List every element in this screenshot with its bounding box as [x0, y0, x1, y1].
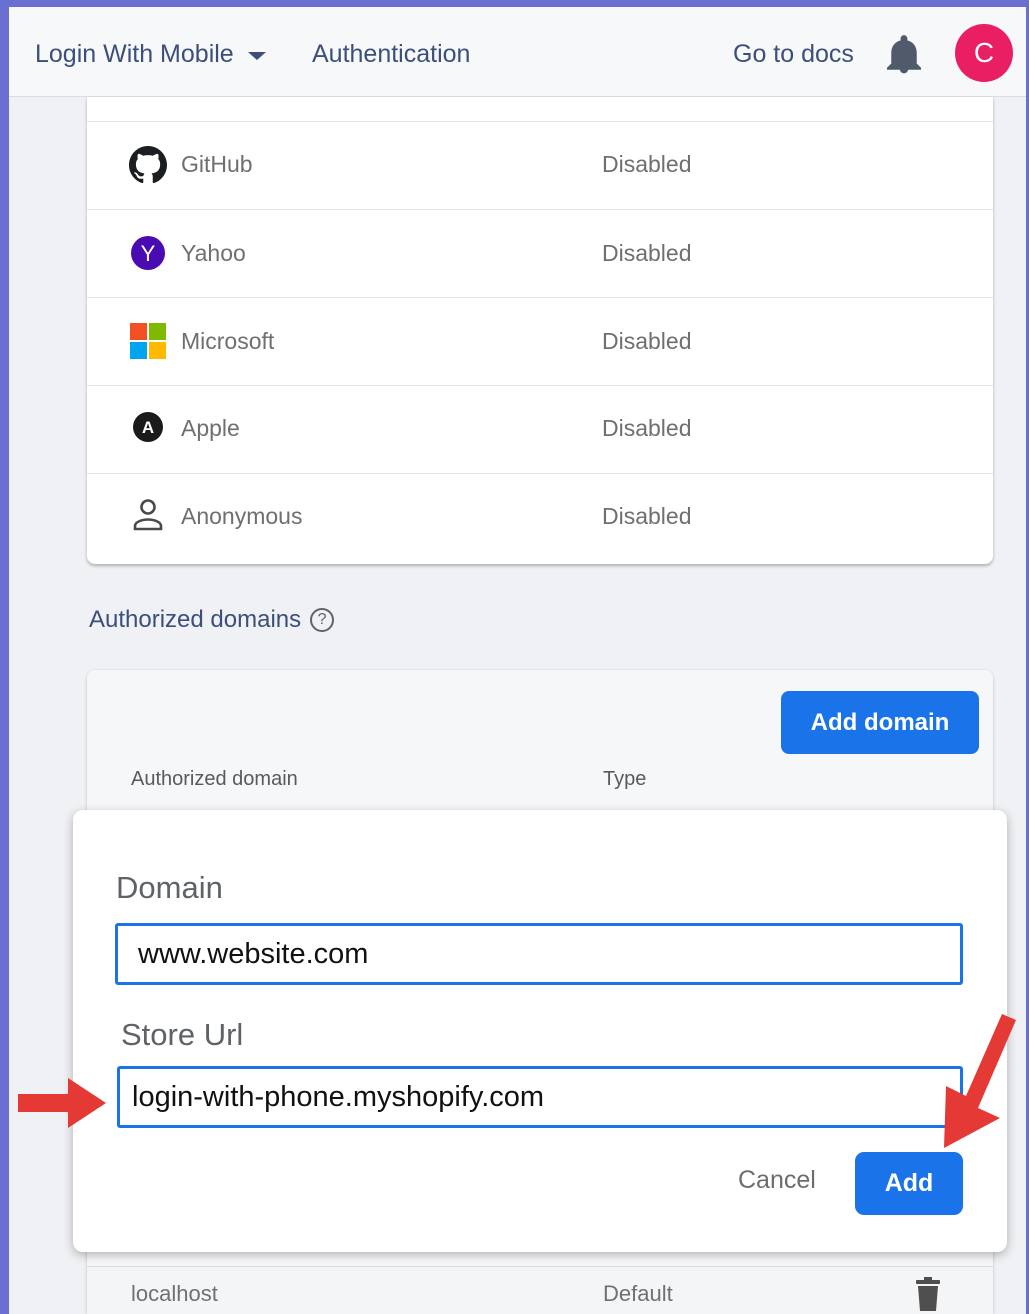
authorized-domains-title: Authorized domains	[89, 606, 302, 633]
cancel-button[interactable]: Cancel	[738, 1166, 816, 1195]
trash-icon[interactable]	[915, 1277, 941, 1311]
apple-icon: A	[129, 408, 167, 446]
top-app-bar: Login With Mobile Authentication Go to d…	[9, 7, 1026, 97]
provider-name: Apple	[181, 415, 240, 441]
provider-status: Disabled	[602, 240, 692, 266]
provider-row-microsoft[interactable]: Microsoft Disabled	[87, 297, 993, 385]
authorized-domains-heading: Authorized domains ?	[89, 606, 335, 634]
add-domain-button[interactable]: Add domain	[781, 691, 979, 754]
yahoo-icon: Y	[129, 234, 167, 272]
github-icon	[129, 146, 167, 184]
type-cell: Default	[603, 1281, 673, 1306]
provider-row-anonymous[interactable]: Anonymous Disabled	[87, 473, 993, 561]
provider-name: Microsoft	[181, 328, 275, 354]
section-title: Authentication	[312, 40, 471, 68]
column-header-type: Type	[603, 768, 647, 790]
avatar[interactable]: C	[955, 24, 1013, 82]
add-domain-dialog: Domain Store Url Cancel Add	[73, 810, 1007, 1252]
store-url-input[interactable]	[117, 1066, 963, 1128]
right-annotation-arrow-icon	[944, 1014, 1016, 1148]
microsoft-icon	[129, 322, 167, 360]
provider-name: Anonymous	[181, 503, 303, 529]
project-name: Login With Mobile	[35, 40, 234, 68]
go-to-docs-link[interactable]: Go to docs	[733, 40, 854, 69]
provider-row-github[interactable]: GitHub Disabled	[87, 121, 993, 209]
help-icon[interactable]: ?	[310, 608, 335, 632]
provider-status: Disabled	[602, 328, 692, 354]
bell-icon[interactable]	[887, 35, 921, 75]
provider-row-apple[interactable]: A Apple Disabled	[87, 385, 993, 473]
store-url-label: Store Url	[121, 1017, 244, 1052]
person-outline-icon	[129, 496, 167, 534]
column-header-domain: Authorized domain	[131, 768, 298, 790]
sign-in-providers-card: GitHub Disabled Y Yahoo Disabled Microso…	[87, 97, 993, 564]
add-button[interactable]: Add	[855, 1152, 963, 1215]
svg-text:Y: Y	[141, 241, 156, 266]
provider-name: Yahoo	[181, 240, 246, 266]
provider-status: Disabled	[602, 151, 692, 177]
left-annotation-arrow-icon	[18, 1078, 106, 1128]
domain-cell: localhost	[131, 1281, 218, 1306]
domain-label: Domain	[116, 870, 223, 905]
svg-text:A: A	[142, 418, 154, 437]
project-selector[interactable]: Login With Mobile	[35, 40, 266, 69]
domain-input[interactable]	[115, 923, 963, 985]
provider-status: Disabled	[602, 415, 692, 441]
provider-status: Disabled	[602, 503, 692, 529]
table-row: localhost Default	[87, 1266, 993, 1314]
provider-name: GitHub	[181, 151, 253, 177]
provider-row-yahoo[interactable]: Y Yahoo Disabled	[87, 209, 993, 297]
chevron-down-icon	[247, 51, 266, 60]
